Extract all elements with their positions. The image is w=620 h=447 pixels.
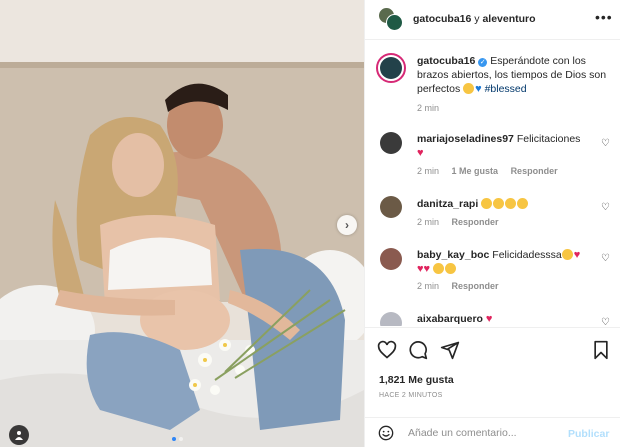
emoji-face-icon	[463, 83, 475, 94]
carousel-dot	[179, 437, 183, 441]
likes-count[interactable]: 1,821 Me gusta	[379, 374, 454, 386]
caption: gatocuba16 ✓ Esperándote con los brazos …	[417, 54, 613, 96]
comment-avatar[interactable]	[380, 248, 402, 270]
comment-meta: 2 min 1 Me gusta Responder	[417, 166, 558, 176]
emoji-hands-icon	[432, 263, 444, 274]
red-heart-icon: ♥	[417, 147, 424, 159]
carousel-indicator	[172, 437, 183, 441]
posted-time[interactable]: HACE 2 MINUTOS	[379, 392, 443, 399]
emoji-face-icon	[481, 198, 493, 209]
emoji-face-icon	[505, 198, 517, 209]
carousel-dot-active	[172, 437, 176, 441]
comment: baby_kay_boc Felicidadesssa ♥ ♥♥	[417, 248, 613, 276]
comment-reply-button[interactable]: Responder	[452, 281, 499, 291]
comment-avatar[interactable]	[380, 196, 402, 218]
verified-badge-icon: ✓	[478, 58, 488, 67]
comment-username[interactable]: danitza_rapi	[417, 198, 478, 210]
user-tags-button[interactable]	[9, 425, 29, 445]
chevron-right-icon: ›	[345, 218, 349, 232]
comment-avatar[interactable]	[380, 312, 402, 326]
post-header: gatocuba16 y aleventuro •••	[365, 0, 620, 40]
like-comment-heart-icon[interactable]: ♡	[601, 202, 610, 213]
author-connector: y	[474, 13, 480, 25]
like-comment-heart-icon[interactable]: ♡	[601, 253, 610, 264]
comment: aixabarquero ♥	[417, 312, 613, 326]
comment-username[interactable]: mariajoseladines97	[417, 133, 514, 145]
emoji-icon[interactable]	[378, 425, 394, 441]
comment: mariajoseladines97 Felicitaciones ♥	[417, 132, 613, 160]
comment-reply-button[interactable]: Responder	[452, 217, 499, 227]
like-comment-heart-icon[interactable]: ♡	[601, 317, 610, 326]
emoji-face-icon	[517, 198, 529, 209]
comments-list: gatocuba16 ✓ Esperándote con los brazos …	[365, 41, 620, 326]
comment-text: Felicidadesssa	[492, 249, 562, 261]
comment-input[interactable]	[408, 427, 558, 439]
comment-emoji-row	[481, 198, 529, 210]
author-username[interactable]: gatocuba16	[413, 13, 471, 25]
red-heart-icon: ♥	[485, 313, 493, 325]
emoji-face-icon	[493, 198, 505, 209]
emoji-hands-icon	[444, 263, 456, 274]
user-tag-icon	[15, 431, 23, 440]
add-comment-bar: Publicar	[365, 417, 620, 447]
comment-reply-button[interactable]: Responder	[511, 166, 558, 176]
post-details-panel: gatocuba16 y aleventuro ••• gatocuba16 ✓…	[364, 0, 620, 447]
heart-icon[interactable]	[377, 340, 397, 360]
bookmark-icon[interactable]	[592, 340, 610, 360]
collaborator-username[interactable]: aleventuro	[482, 13, 535, 25]
caption-time[interactable]: 2 min	[417, 103, 439, 113]
publish-button[interactable]: Publicar	[568, 428, 609, 440]
blue-heart-icon: ♥	[475, 83, 482, 95]
post-photo[interactable]: ›	[0, 0, 364, 447]
caption-username[interactable]: gatocuba16	[417, 55, 475, 67]
red-heart-icon: ♥	[573, 249, 581, 261]
comment-time[interactable]: 2 min	[417, 217, 439, 227]
comment-username[interactable]: baby_kay_boc	[417, 249, 489, 261]
collaborator-avatar[interactable]	[386, 14, 403, 31]
post-authors: gatocuba16 y aleventuro	[413, 13, 536, 25]
comment-text: Felicitaciones	[516, 133, 581, 145]
photo-image	[0, 0, 364, 447]
comment-meta: 2 min Responder	[417, 217, 499, 227]
emoji-heart-eyes-icon	[561, 249, 573, 260]
caption-author-avatar[interactable]	[376, 53, 406, 83]
comment-avatar[interactable]	[380, 132, 402, 154]
share-icon[interactable]	[440, 340, 460, 360]
more-options-icon[interactable]: •••	[595, 10, 613, 24]
like-comment-heart-icon[interactable]: ♡	[601, 138, 610, 149]
comment: danitza_rapi	[417, 197, 613, 211]
comment-time[interactable]: 2 min	[417, 166, 439, 176]
caption-meta: 2 min	[417, 103, 439, 113]
caption-hashtag[interactable]: #blessed	[485, 83, 527, 95]
comment-username[interactable]: aixabarquero	[417, 313, 483, 325]
post-actions: 1,821 Me gusta HACE 2 MINUTOS Publicar	[365, 327, 620, 447]
comment-icon[interactable]	[408, 340, 428, 360]
red-heart-icon: ♥	[423, 263, 431, 275]
comment-likes[interactable]: 1 Me gusta	[452, 166, 499, 176]
next-photo-button[interactable]: ›	[337, 215, 357, 235]
comment-time[interactable]: 2 min	[417, 281, 439, 291]
comment-meta: 2 min Responder	[417, 281, 499, 291]
